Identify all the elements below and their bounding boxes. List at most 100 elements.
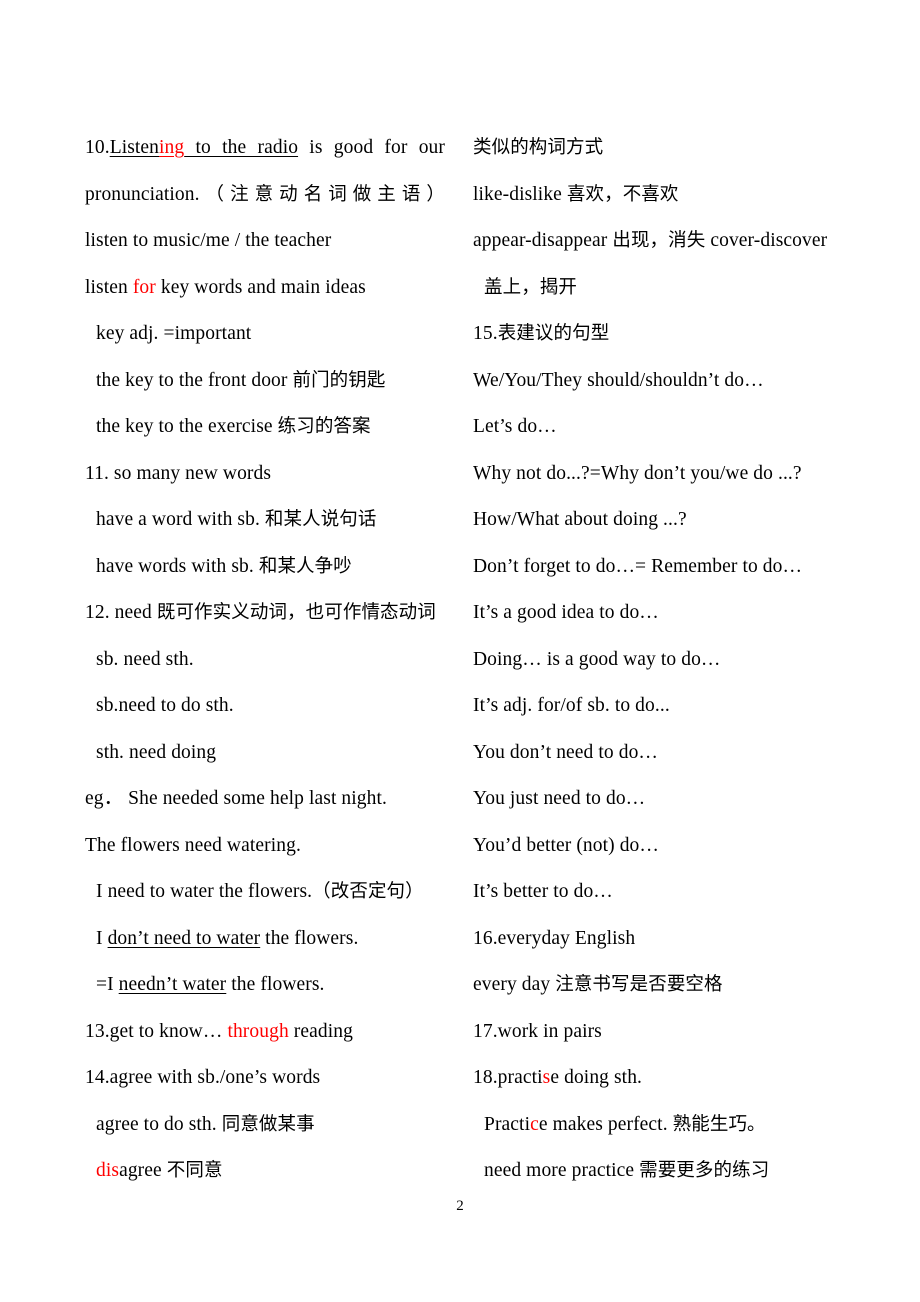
left-column-line: the key to the front door 前门的钥匙 (85, 358, 445, 405)
text-span: sth. need doing (96, 741, 217, 763)
text-span: 18.practi (473, 1067, 543, 1088)
left-column-line: sth. need doing (85, 730, 445, 777)
left-column-line: listen for key words and main ideas (85, 265, 445, 312)
text-span: e makes perfect. (538, 1113, 673, 1135)
left-column-line: I don’t need to water the flowers. (85, 916, 445, 963)
text-span: reading (288, 1020, 353, 1042)
text-span: have words with sb. (96, 555, 259, 577)
text-span: =I (96, 974, 119, 995)
text-span: eg． She needed some help last night. (85, 788, 387, 809)
right-column-line: Practice makes perfect. 熟能生巧。 (473, 1102, 873, 1149)
left-column-line: 12. need 既可作实义动词，也可作情态动词 (85, 590, 445, 637)
right-column-line: Why not do...?=Why don’t you/we do ...? (473, 451, 873, 498)
right-column-line: 16.everyday English (473, 916, 873, 963)
text-span: I (96, 927, 108, 949)
page-number: 2 (456, 1198, 464, 1214)
right-column-line: You don’t need to do… (473, 730, 873, 777)
text-span: for (132, 276, 156, 298)
left-column-line: pronunciation.（注意动名词做主语） (85, 172, 445, 219)
left-column-line: listen to music/me / the teacher (85, 218, 445, 265)
text-span: every day (473, 974, 556, 995)
right-column-line: every day 注意书写是否要空格 (473, 962, 873, 1009)
text-span: needn’t water (118, 974, 227, 995)
text-span: The flowers need watering. (85, 834, 301, 856)
right-column-line: appear-disappear 出现，消失 cover-discover (473, 218, 873, 265)
text-span: e doing sth. (550, 1067, 643, 1088)
right-column-line: 15.表建议的句型 (473, 311, 873, 358)
text-span: appear-disappear (473, 230, 613, 251)
text-span: the flowers. (226, 974, 325, 995)
left-column-line: the key to the exercise 练习的答案 (85, 404, 445, 451)
text-span: 15. (473, 323, 498, 344)
left-column-line: sb.need to do sth. (85, 683, 445, 730)
text-span: 类似的构词方式 (473, 137, 604, 158)
text-span: agree to do sth. (96, 1113, 222, 1135)
text-span: cover-discover (705, 230, 828, 251)
text-span: through (227, 1020, 289, 1042)
text-span: I need to water the flowers. (96, 881, 313, 902)
text-span: Listen (109, 137, 160, 158)
right-column-line: It’s adj. for/of sb. to do... (473, 683, 873, 730)
text-span: Practi (484, 1113, 531, 1135)
right-text-column: 类似的构词方式 like-dislike 喜欢，不喜欢 appear-disappe… (473, 125, 873, 1195)
text-span: agree (119, 1160, 167, 1181)
left-column-line: =I needn’t water the flowers. (85, 962, 445, 1009)
text-span: 前门的钥匙 (292, 369, 386, 391)
text-span: like-dislike (473, 183, 567, 205)
text-span: sb.need to do sth. (96, 695, 234, 716)
text-span: to the radio (184, 137, 299, 158)
right-column-line: Doing… is a good way to do… (473, 637, 873, 684)
text-span: How/What about doing ...? (473, 509, 687, 530)
text-span: It’s better to do… (473, 881, 613, 902)
text-span: listen (85, 276, 133, 298)
right-column-line: Let’s do… (473, 404, 873, 451)
right-column-line: 类似的构词方式 (473, 125, 873, 172)
right-column-line: like-dislike 喜欢，不喜欢 (473, 172, 873, 219)
text-span: key words and main ideas (155, 276, 366, 298)
text-span: 13.get to know… (85, 1020, 228, 1042)
text-span: the key to the exercise (96, 416, 278, 437)
text-span: 需要更多的练习 (639, 1160, 770, 1181)
text-span: c (530, 1113, 539, 1135)
left-column-line: key adj. =important (85, 311, 445, 358)
text-span: the flowers. (260, 927, 359, 949)
text-span: 表建议的句型 (497, 323, 610, 344)
text-span: You just need to do… (473, 788, 646, 809)
right-column-line: You’d better (not) do… (473, 823, 873, 870)
text-span: 17.work in pairs (473, 1020, 602, 1042)
left-column-line: 10.Listening to the radio is good for ou… (85, 125, 445, 172)
text-span: Let’s do… (473, 416, 557, 437)
left-column-line: disagree 不同意 (85, 1148, 445, 1195)
right-column-line: It’s a good idea to do… (473, 590, 873, 637)
left-column-line: eg． She needed some help last night. (85, 776, 445, 823)
left-column-line: have a word with sb. 和某人说句话 (85, 497, 445, 544)
text-span: 注意书写是否要空格 (555, 974, 723, 995)
text-span: key adj. =important (96, 323, 252, 344)
right-column-line: 18.practise doing sth. (473, 1055, 873, 1102)
left-column-line: I need to water the flowers.（改否定句） (85, 869, 445, 916)
text-span: 练习的答案 (277, 416, 371, 437)
text-span: listen to music/me / the teacher (85, 230, 332, 251)
text-span: （注意动名词做主语） (199, 183, 445, 205)
text-span: is good for our (298, 137, 445, 158)
text-span: It’s a good idea to do… (473, 602, 659, 623)
right-column-line: 盖上，揭开 (473, 265, 873, 312)
text-span: ing (159, 137, 185, 158)
right-column-line: How/What about doing ...? (473, 497, 873, 544)
text-span: Why not do...?=Why don’t you/we do ...? (473, 462, 802, 484)
left-column-line: 13.get to know… through reading (85, 1009, 445, 1056)
document-page: 10.Listening to the radio is good for ou… (0, 0, 920, 1302)
right-column-line: We/You/They should/shouldn’t do… (473, 358, 873, 405)
text-span: It’s adj. for/of sb. to do... (473, 695, 670, 716)
text-span: （改否定句） (312, 881, 424, 902)
text-span: 16.everyday English (473, 927, 636, 949)
text-span: 出现，消失 (612, 230, 706, 251)
left-column-line: The flowers need watering. (85, 823, 445, 870)
text-span: You don’t need to do… (473, 741, 659, 763)
text-span: 和某人说句话 (264, 509, 377, 530)
right-column-line: You just need to do… (473, 776, 873, 823)
text-span: 12. need (85, 602, 157, 623)
text-span: don’t need to water (107, 927, 261, 949)
text-span: need more practice (484, 1160, 640, 1181)
text-span: pronunciation. (85, 183, 200, 205)
